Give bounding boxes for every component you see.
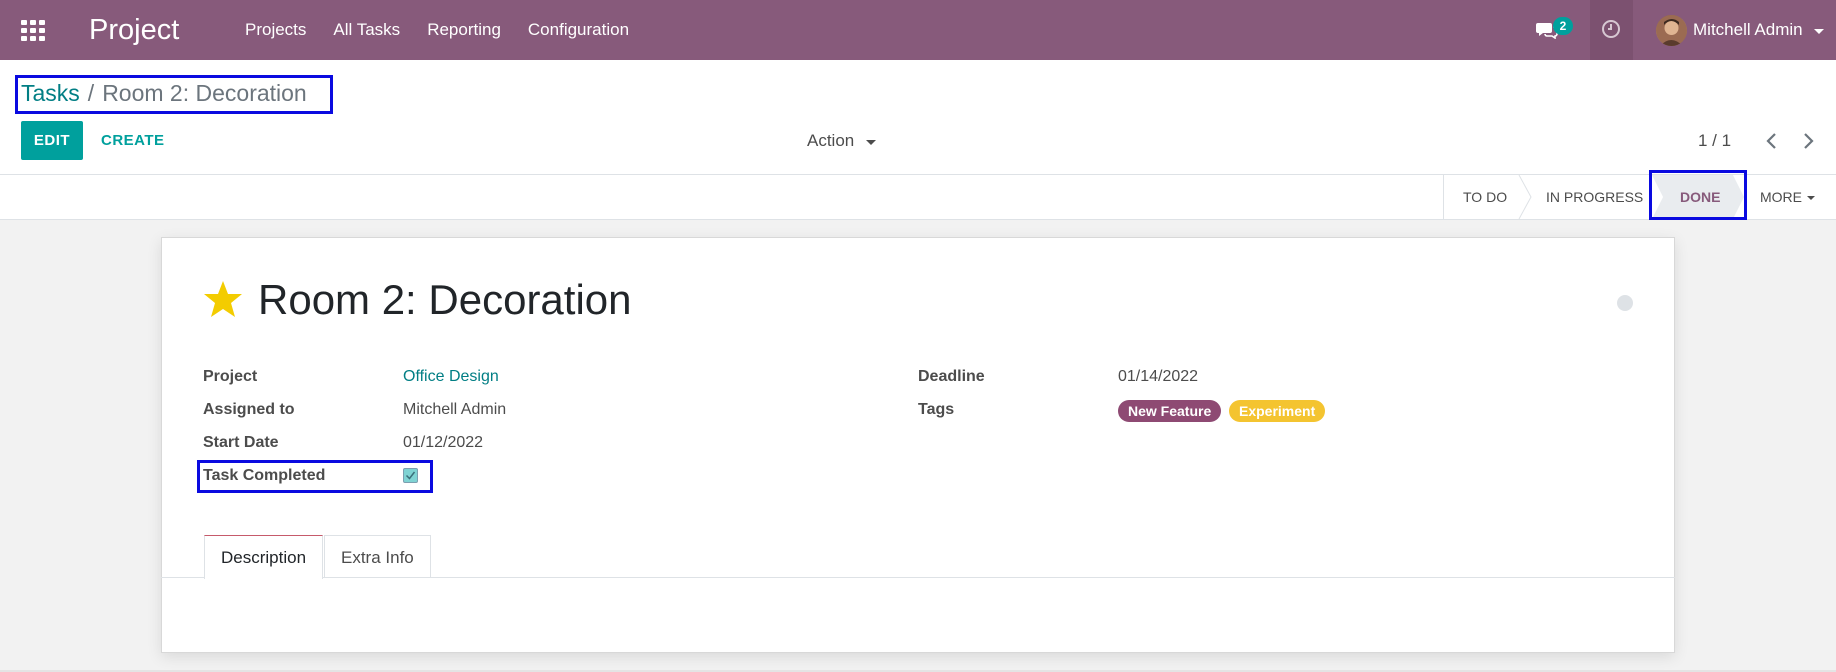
action-caret-icon[interactable] [866,140,876,145]
create-button[interactable]: CREATE [101,121,165,160]
start-date-value[interactable]: 01/12/2022 [403,432,483,454]
menu-item-reporting[interactable]: Reporting [427,0,501,60]
kanban-state-icon[interactable] [1617,295,1633,311]
highlight-box-task-completed [197,460,433,493]
tag-experiment[interactable]: Experiment [1229,400,1326,422]
chevron-right-icon[interactable] [1801,132,1815,150]
app-title[interactable]: Project [89,12,179,48]
status-bar-divider [1443,175,1444,219]
stage-todo[interactable]: TO DO [1463,175,1507,219]
highlight-box-breadcrumb [15,75,333,114]
stage-separator [1518,175,1532,219]
avatar[interactable] [1656,15,1687,46]
star-icon[interactable] [203,280,243,318]
user-name[interactable]: Mitchell Admin [1693,19,1803,41]
edit-button[interactable]: EDIT [21,121,83,160]
menu-item-all-tasks[interactable]: All Tasks [333,0,400,60]
tab-description[interactable]: Description [204,535,324,579]
assigned-to-value[interactable]: Mitchell Admin [403,399,506,421]
pager-value[interactable]: 1 / 1 [1698,130,1731,152]
menu-item-configuration[interactable]: Configuration [528,0,629,60]
record-title[interactable]: Room 2: Decoration [258,274,632,326]
top-navbar: Project Projects All Tasks Reporting Con… [0,0,1836,60]
chevron-left-icon[interactable] [1765,132,1779,150]
action-dropdown[interactable]: Action [807,130,854,152]
more-stages-button[interactable]: MORE [1760,175,1802,219]
chat-count-badge: 2 [1553,17,1573,35]
highlight-box-stage-done [1649,170,1747,220]
stage-in-progress[interactable]: IN PROGRESS [1546,175,1643,219]
project-value[interactable]: Office Design [403,366,499,388]
deadline-value[interactable]: 01/14/2022 [1118,366,1198,388]
apps-menu-icon[interactable] [21,20,45,41]
tags-label: Tags [918,401,955,418]
main-menu: Projects All Tasks Reporting Configurati… [245,0,656,60]
start-date-label: Start Date [203,434,279,451]
assigned-to-label: Assigned to [203,401,295,418]
user-menu-caret-icon[interactable] [1814,29,1824,34]
tab-extra-info[interactable]: Extra Info [324,535,431,578]
deadline-label: Deadline [918,368,985,385]
menu-item-projects[interactable]: Projects [245,0,306,60]
clock-icon[interactable] [1601,19,1621,39]
project-label: Project [203,368,258,385]
more-caret-icon[interactable] [1807,196,1815,200]
tag-new-feature[interactable]: New Feature [1118,400,1222,422]
